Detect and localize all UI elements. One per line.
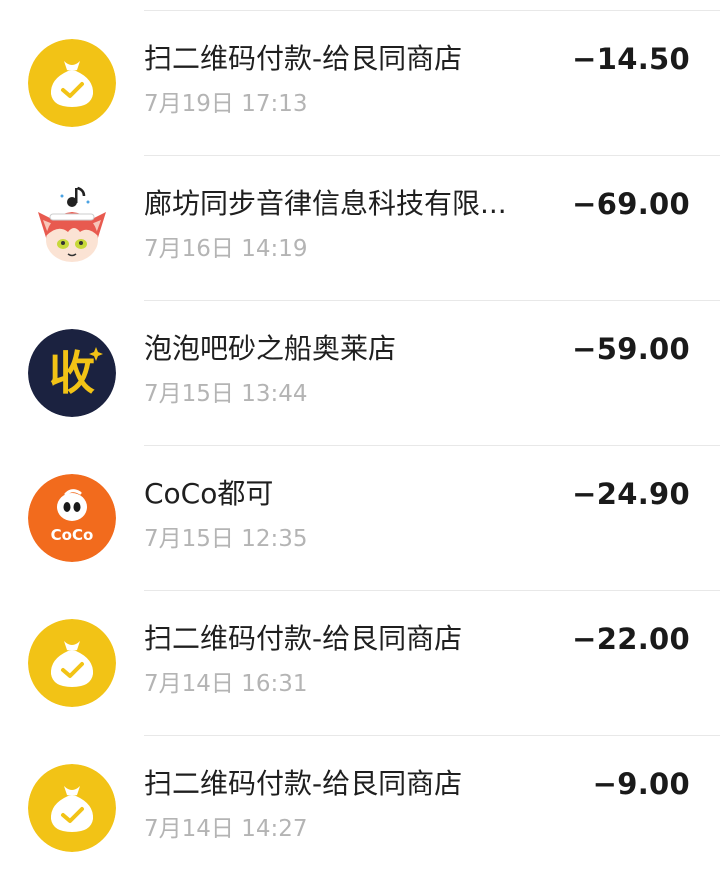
transaction-row[interactable]: CoCo CoCo都可 7月15日 12:35 −24.90: [28, 445, 720, 590]
transaction-amount: −22.00: [572, 622, 690, 656]
transaction-amount: −14.50: [572, 42, 690, 76]
transaction-title: CoCo都可: [144, 477, 274, 510]
transaction-row[interactable]: 扫二维码付款-给艮同商店 7月14日 14:27 −9.00: [28, 735, 720, 880]
shou-collect-icon: 收: [28, 329, 116, 417]
money-bag-icon: [28, 764, 116, 852]
transaction-time: 7月16日 14:19: [144, 236, 308, 262]
shou-glyph: 收: [49, 346, 95, 400]
anime-cat-girl-avatar-icon: [28, 184, 116, 272]
transaction-row[interactable]: 扫二维码付款-给艮同商店 7月14日 16:31 −22.00: [28, 590, 720, 735]
transaction-title: 泡泡吧砂之船奥莱店: [144, 332, 397, 365]
money-bag-icon: [28, 619, 116, 707]
transaction-time: 7月14日 16:31: [144, 671, 308, 697]
transaction-list: 扫二维码付款-给艮同商店 7月19日 17:13 −14.50 廊坊同步音律信息…: [0, 10, 720, 880]
transaction-time: 7月14日 14:27: [144, 816, 308, 842]
transaction-amount: −59.00: [572, 332, 690, 366]
transaction-time: 7月15日 13:44: [144, 381, 308, 407]
transaction-amount: −24.90: [572, 477, 690, 511]
transaction-row[interactable]: 廊坊同步音律信息科技有限... 7月16日 14:19 −69.00: [28, 155, 720, 300]
transaction-title: 扫二维码付款-给艮同商店: [144, 42, 463, 75]
transaction-row[interactable]: 扫二维码付款-给艮同商店 7月19日 17:13 −14.50: [28, 10, 720, 155]
transaction-time: 7月15日 12:35: [144, 526, 308, 552]
transaction-title: 廊坊同步音律信息科技有限...: [144, 187, 507, 220]
coco-label: CoCo: [51, 526, 94, 544]
transaction-row[interactable]: 收 泡泡吧砂之船奥莱店 7月15日 13:44 −59.00: [28, 300, 720, 445]
transaction-title: 扫二维码付款-给艮同商店: [144, 767, 463, 800]
money-bag-icon: [28, 39, 116, 127]
transaction-time: 7月19日 17:13: [144, 91, 308, 117]
transaction-amount: −9.00: [592, 767, 690, 801]
transaction-amount: −69.00: [572, 187, 690, 221]
transaction-title: 扫二维码付款-给艮同商店: [144, 622, 463, 655]
coco-logo-icon: CoCo: [28, 474, 116, 562]
